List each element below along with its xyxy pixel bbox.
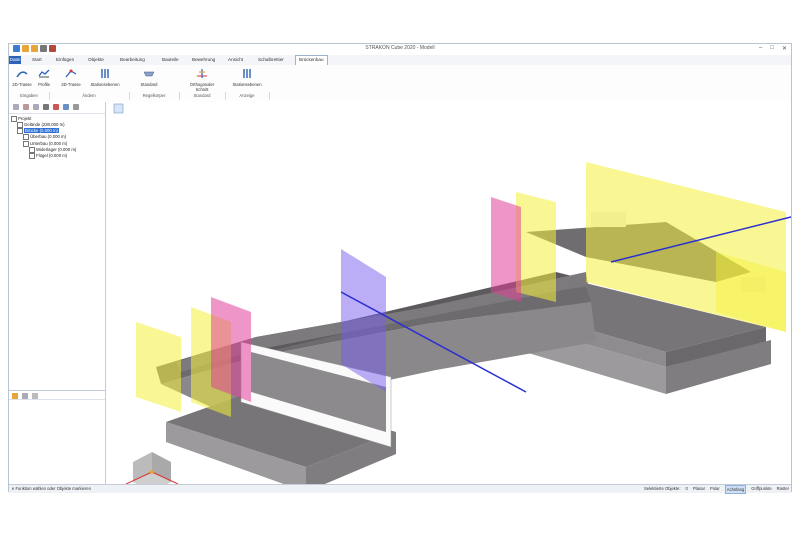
view-tool-icon[interactable] bbox=[113, 103, 124, 114]
close-icon[interactable]: ✕ bbox=[782, 45, 787, 52]
tab-ansicht[interactable]: Ansicht bbox=[225, 56, 246, 64]
checkbox[interactable] bbox=[29, 152, 35, 159]
trasse-2d-icon bbox=[16, 71, 28, 78]
tab-file[interactable]: Datei bbox=[9, 56, 21, 64]
toggle-griffpunkte[interactable]: Griffpunkte bbox=[751, 485, 771, 494]
window-controls: – □ ✕ bbox=[759, 45, 787, 52]
tab-start[interactable]: Start bbox=[29, 56, 45, 64]
star-icon[interactable] bbox=[23, 104, 29, 110]
close-icon[interactable] bbox=[32, 393, 38, 399]
trasse-2d-button[interactable]: 2D-Trasse bbox=[11, 68, 33, 87]
tab-bauteile[interactable]: Bauteile bbox=[159, 56, 182, 64]
ribbon: 2D-Trasse Profile 3D-Trasse Stationseben… bbox=[9, 65, 791, 103]
group-standard: Standard bbox=[179, 92, 226, 100]
toggle-planar[interactable]: Planar bbox=[693, 485, 705, 494]
window-title: STRAKON Cube 2020 - Modell bbox=[365, 45, 435, 51]
layer-icon[interactable] bbox=[33, 104, 39, 110]
standard-icon bbox=[143, 71, 155, 77]
stationsebenen-label: Stationsebenen bbox=[90, 82, 120, 87]
status-right: Selektierte Objekte: 0 Planar Polar Achs… bbox=[644, 485, 789, 494]
group-regelkoerper: Regelkörper bbox=[129, 92, 180, 100]
project-sidebar: Projekt Gelände (230.000 m) Brücke (0.00… bbox=[9, 102, 106, 484]
filter-icon[interactable] bbox=[22, 393, 28, 399]
trasse-3d-icon bbox=[65, 69, 77, 78]
nav-cube-icon[interactable] bbox=[125, 452, 179, 484]
minimize-icon[interactable]: – bbox=[759, 45, 762, 52]
properties-toolbar bbox=[9, 390, 105, 400]
profile-label: Profile bbox=[38, 82, 50, 87]
checkbox[interactable] bbox=[17, 128, 23, 135]
sidebar-toolbar bbox=[9, 102, 105, 114]
project-tree: Projekt Gelände (230.000 m) Brücke (0.00… bbox=[11, 116, 76, 159]
profile-button[interactable]: Profile bbox=[35, 68, 53, 87]
toggle-achsfang[interactable]: Achsfang bbox=[724, 485, 747, 494]
home-icon[interactable] bbox=[13, 104, 19, 110]
trasse-2d-label: 2D-Trasse bbox=[12, 82, 32, 87]
tab-schalbrettier[interactable]: Schalbrettier bbox=[255, 56, 287, 64]
station-plane-1 bbox=[211, 297, 251, 402]
status-hint: e Funktion wählen oder Objekte markieren bbox=[12, 486, 91, 491]
toggle-raster[interactable]: Raster bbox=[777, 485, 789, 494]
maximize-icon[interactable]: □ bbox=[770, 45, 774, 52]
tab-einfuegen[interactable]: Einfügen bbox=[53, 56, 77, 64]
app-window: STRAKON Cube 2020 - Modell – □ ✕ Datei S… bbox=[8, 43, 792, 494]
selected-objects-count: 0 bbox=[685, 486, 688, 491]
stationsebenen-anzeige-icon bbox=[243, 69, 251, 78]
checkbox[interactable] bbox=[11, 116, 17, 122]
tree-item-label: Überbau (0.000 m) bbox=[30, 134, 67, 140]
ribbon-group-labels: Eingaben Ändern Regelkörper Standard Anz… bbox=[9, 92, 791, 100]
tree-item-label: Unterbau (0.000 m) bbox=[30, 140, 68, 146]
profile-icon bbox=[38, 69, 50, 78]
checkbox[interactable] bbox=[23, 140, 29, 147]
tree-item-label: Brücke (0.000 m) bbox=[24, 128, 59, 134]
edit-icon[interactable] bbox=[43, 104, 49, 110]
stationsebenen-icon bbox=[101, 69, 109, 78]
station-plane-2 bbox=[491, 197, 521, 302]
group-eingaben: Eingaben bbox=[9, 92, 50, 100]
checkbox[interactable] bbox=[23, 134, 29, 141]
stationsebenen-button[interactable]: Stationsebenen bbox=[87, 68, 123, 87]
group-anzeige: Anzeige bbox=[225, 92, 270, 100]
trasse-3d-button[interactable]: 3D-Trasse bbox=[59, 68, 83, 87]
stationsebenen-anzeige-label: Stationsebenen bbox=[232, 82, 262, 87]
tab-objekte[interactable]: Objekte bbox=[85, 56, 107, 64]
tree-item-label: Projekt bbox=[18, 116, 32, 122]
status-bar: e Funktion wählen oder Objekte markieren… bbox=[9, 484, 791, 494]
standard-label: Standard bbox=[140, 82, 158, 87]
group-aendern: Ändern bbox=[49, 92, 130, 100]
section-plane-1 bbox=[136, 322, 181, 412]
refresh-icon[interactable] bbox=[63, 104, 69, 110]
tree-item-label: Flügel (0.000 m) bbox=[36, 152, 68, 158]
settings-icon[interactable] bbox=[73, 104, 79, 110]
orthogonaler-schnitt-button[interactable]: Orthogonaler Schnitt bbox=[185, 68, 219, 92]
tab-bewehrung[interactable]: Bewehrung bbox=[189, 56, 218, 64]
tree-item-fluegel[interactable]: Flügel (0.000 m) bbox=[11, 152, 76, 159]
toggle-polar[interactable]: Polar bbox=[710, 485, 720, 494]
delete-icon[interactable] bbox=[53, 104, 59, 110]
section-plane-3 bbox=[516, 192, 556, 302]
selected-objects-label: Selektierte Objekte: bbox=[644, 486, 681, 491]
tree-item-label: Widerlager (0.000 m) bbox=[36, 146, 77, 152]
section-cut-icon bbox=[197, 69, 207, 78]
standard-button[interactable]: Standard bbox=[137, 68, 161, 87]
trasse-3d-label: 3D-Trasse bbox=[61, 82, 81, 87]
model-viewport[interactable] bbox=[106, 102, 791, 484]
tree-item-label: Gelände (230.000 m) bbox=[24, 122, 65, 128]
properties-icon[interactable] bbox=[12, 393, 18, 399]
tab-bearbeitung[interactable]: Bearbeitung bbox=[117, 56, 148, 64]
orthogonaler-schnitt-label: Orthogonaler Schnitt bbox=[189, 82, 215, 92]
checkbox[interactable] bbox=[17, 122, 23, 129]
stationsebenen-anzeige-button[interactable]: Stationsebenen bbox=[229, 68, 265, 87]
checkbox[interactable] bbox=[29, 146, 35, 153]
bridge-3d-model[interactable] bbox=[106, 102, 791, 484]
